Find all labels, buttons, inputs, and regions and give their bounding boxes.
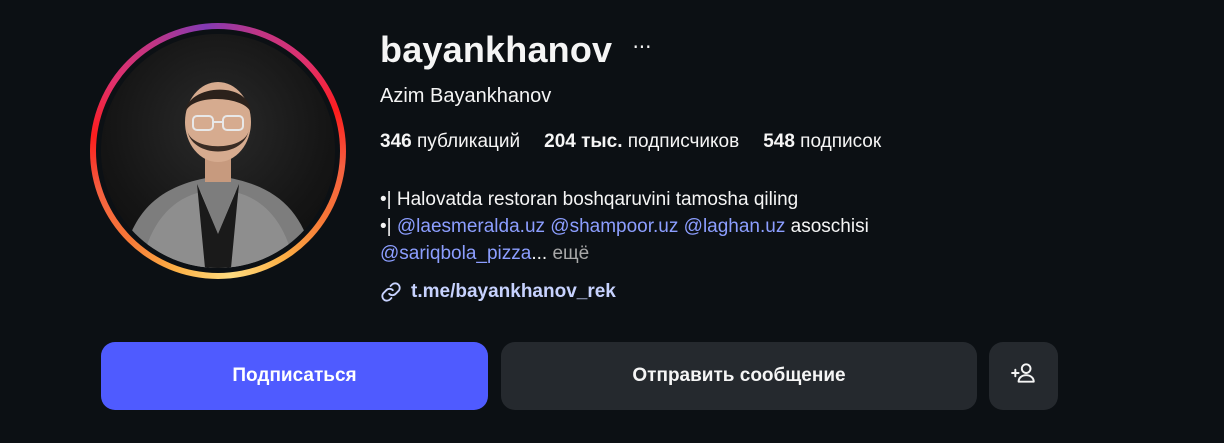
profile-header: bayankhanov ··· Azim Bayankhanov 346 пуб…: [0, 0, 1224, 443]
story-ring[interactable]: [90, 23, 346, 279]
avatar-photo-illustration: [121, 82, 315, 268]
bio-line-2-suffix: asoschisi: [790, 216, 869, 237]
profile-full-name: Azim Bayankhanov: [380, 85, 552, 107]
add-person-icon: [1010, 360, 1037, 392]
posts-count: 346: [380, 131, 412, 152]
posts-stat: 346 публикаций: [380, 128, 520, 156]
profile-stats: 346 публикаций 204 тыс. подписчиков 548 …: [380, 128, 905, 156]
link-icon: [380, 281, 402, 303]
profile-username: bayankhanov: [380, 29, 613, 70]
bio-line-2: •| @laesmeralda.uz @shampoor.uz @laghan.…: [380, 213, 1040, 240]
mention-sariqbola-pizza[interactable]: @sariqbola_pizza: [380, 243, 531, 264]
followers-label: подписчиков: [627, 131, 740, 152]
send-message-button[interactable]: Отправить сообщение: [501, 342, 977, 410]
mention-laesmeralda[interactable]: @laesmeralda.uz: [397, 216, 545, 237]
following-label: подписок: [800, 131, 882, 152]
following-stat[interactable]: 548 подписок: [763, 128, 881, 156]
followers-stat[interactable]: 204 тыс. подписчиков: [544, 128, 739, 156]
posts-label: публикаций: [416, 131, 521, 152]
profile-bio: •| Halovatda restoran boshqaruvini tamos…: [380, 186, 1040, 267]
follow-button[interactable]: Подписаться: [101, 342, 488, 410]
avatar[interactable]: [101, 34, 335, 268]
bio-more-button[interactable]: ещё: [552, 243, 589, 264]
external-link-text[interactable]: t.me/bayankhanov_rek: [411, 278, 616, 306]
following-count: 548: [763, 131, 795, 152]
bio-line-3: @sariqbola_pizza... ещё: [380, 240, 1040, 267]
more-options-icon[interactable]: ···: [630, 32, 654, 62]
mention-laghan[interactable]: @laghan.uz: [684, 216, 786, 237]
external-link[interactable]: t.me/bayankhanov_rek: [380, 278, 616, 306]
bio-line-1: •| Halovatda restoran boshqaruvini tamos…: [380, 189, 799, 210]
bio-line-2-prefix: •|: [380, 216, 397, 237]
followers-count: 204 тыс.: [544, 131, 623, 152]
bio-ellipsis: ...: [531, 243, 548, 264]
suggested-accounts-button[interactable]: [989, 342, 1058, 410]
mention-shampoor[interactable]: @shampoor.uz: [550, 216, 678, 237]
